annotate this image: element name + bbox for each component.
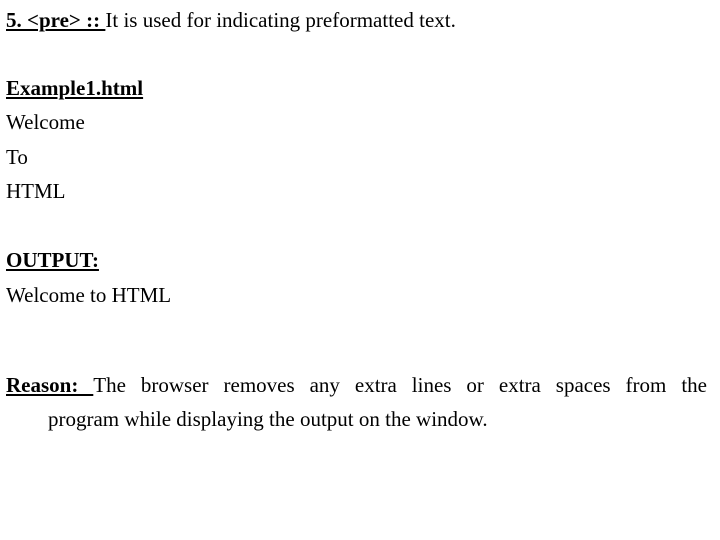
- pre-tag-description: It is used for indicating preformatted t…: [105, 8, 456, 32]
- code-example-line: To: [6, 145, 28, 169]
- slide-canvas: 5. <pre> :: It is used for indicating pr…: [0, 0, 720, 540]
- reason-text-second-line: program while displaying the output on t…: [48, 407, 488, 431]
- code-example-line: HTML: [6, 179, 66, 203]
- code-example-title: Example1.html: [6, 76, 144, 100]
- heading-line: 5. <pre> :: It is used for indicating pr…: [6, 8, 456, 32]
- reason-label: Reason:: [6, 373, 94, 397]
- output-line: Welcome to HTML: [6, 283, 172, 307]
- reason-text-first-line: The browser removes any extra lines or e…: [93, 373, 707, 397]
- code-example-line: Welcome: [6, 110, 85, 134]
- pre-tag-label: 5. <pre> ::: [6, 8, 106, 32]
- output-title: OUTPUT:: [6, 248, 99, 272]
